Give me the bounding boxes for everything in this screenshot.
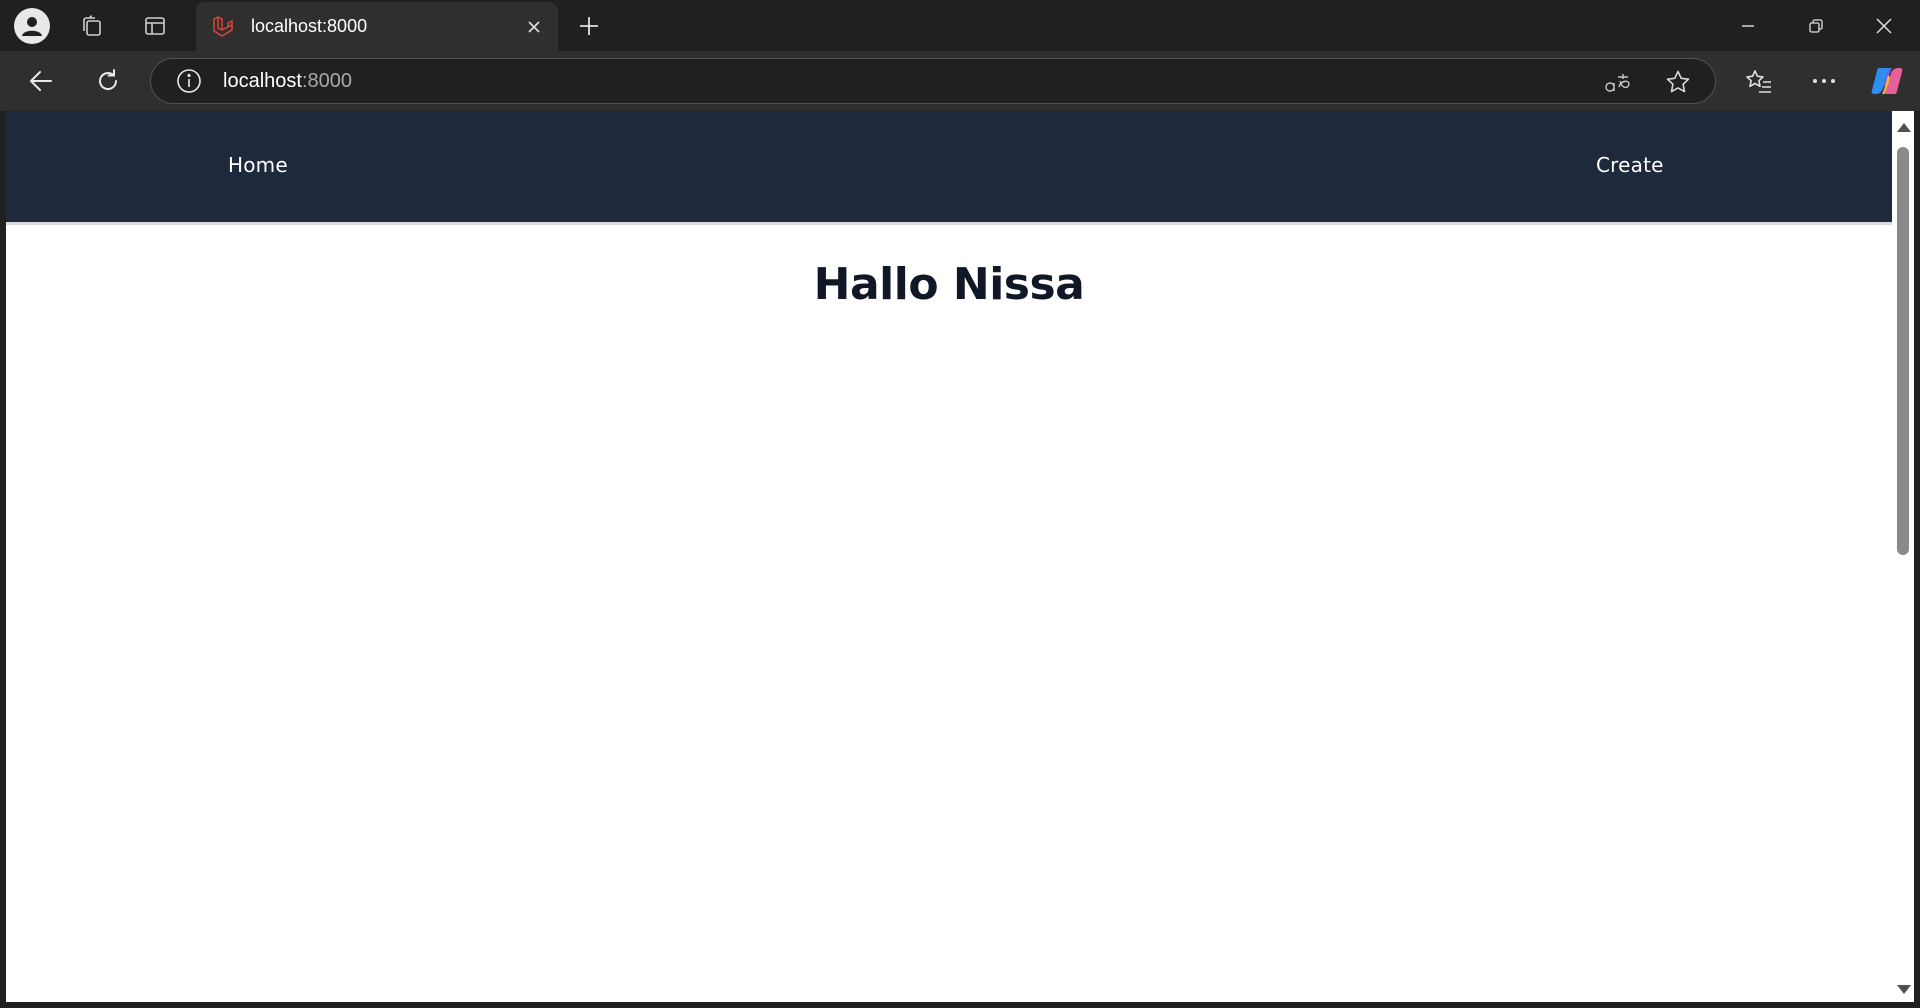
close-window-button[interactable]: [1850, 0, 1918, 51]
nav-link-create[interactable]: Create: [1596, 153, 1664, 177]
restore-icon: [1808, 18, 1824, 34]
laravel-icon: [210, 14, 236, 40]
window-edge-right: [1914, 111, 1920, 1008]
workspaces-button[interactable]: [73, 7, 111, 45]
title-bar: localhost:8000: [0, 0, 1920, 51]
address-bar[interactable]: localhost:8000: [150, 58, 1716, 104]
close-icon: [1875, 17, 1893, 35]
scrollbar-thumb[interactable]: [1897, 147, 1909, 555]
copilot-button[interactable]: [1866, 60, 1908, 102]
favorites-button[interactable]: [1738, 60, 1780, 102]
copilot-icon: [1870, 65, 1904, 97]
close-icon[interactable]: [520, 13, 548, 41]
minimize-button[interactable]: [1714, 0, 1782, 51]
tab-actions-icon: [143, 14, 167, 38]
back-button[interactable]: [20, 60, 62, 102]
page-viewport: Home Create Hallo Nissa: [6, 111, 1892, 1002]
workspaces-icon: [80, 14, 104, 38]
info-icon[interactable]: [175, 67, 203, 95]
page-title: Hallo Nissa: [813, 259, 1085, 310]
translate-icon[interactable]: [1601, 65, 1635, 99]
window-edge-bottom: [0, 1002, 1920, 1008]
scroll-up-arrow-icon[interactable]: [1897, 123, 1911, 132]
profile-icon: [14, 8, 50, 44]
scroll-down-arrow-icon[interactable]: [1897, 985, 1911, 994]
url-port: :8000: [301, 69, 352, 92]
nav-link-home[interactable]: Home: [228, 153, 288, 177]
favorites-icon: [1745, 68, 1773, 94]
arrow-left-icon: [28, 68, 54, 94]
restore-button[interactable]: [1782, 0, 1850, 51]
vertical-scrollbar[interactable]: [1892, 111, 1914, 1002]
site-navbar: Home Create: [6, 111, 1892, 225]
browser-tab[interactable]: localhost:8000: [196, 2, 558, 51]
reload-button[interactable]: [87, 60, 129, 102]
more-icon: [1812, 78, 1836, 84]
more-button[interactable]: [1803, 60, 1845, 102]
tab-title: localhost:8000: [251, 16, 368, 36]
profile-button[interactable]: [13, 7, 51, 45]
new-tab-button[interactable]: [570, 7, 608, 45]
tab-actions-button[interactable]: [136, 7, 174, 45]
url-host: localhost: [223, 69, 302, 92]
minimize-icon: [1740, 18, 1756, 34]
browser-toolbar: localhost:8000: [0, 51, 1920, 111]
star-icon[interactable]: [1661, 65, 1695, 99]
reload-icon: [95, 68, 121, 94]
plus-icon: [578, 15, 600, 37]
url-text[interactable]: localhost:8000: [223, 70, 352, 93]
